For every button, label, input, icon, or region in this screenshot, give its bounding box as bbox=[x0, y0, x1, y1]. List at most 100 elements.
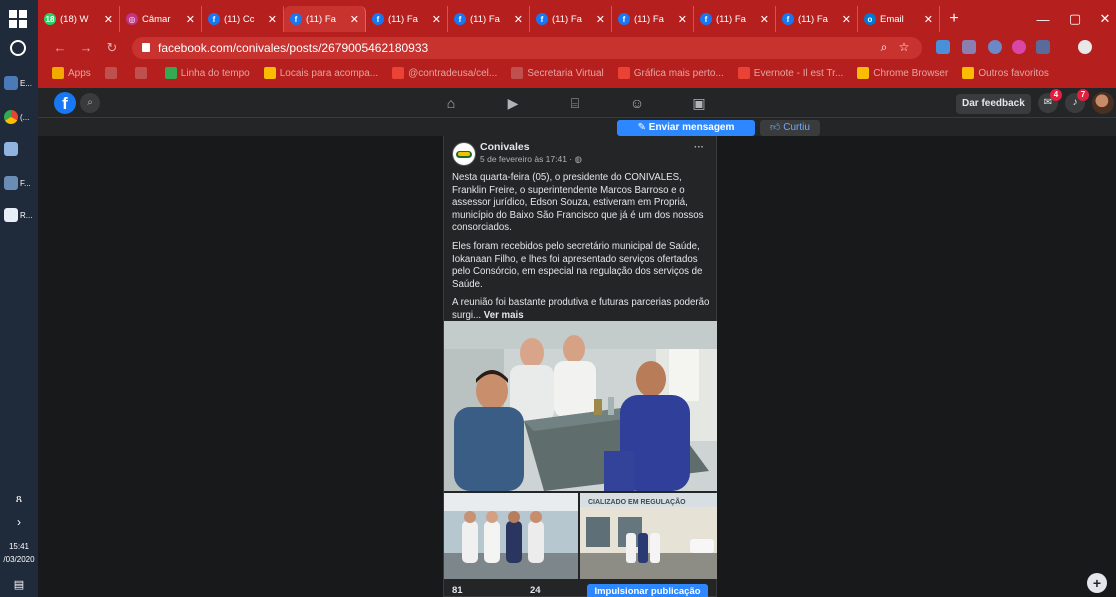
browser-tab[interactable]: f (11) Cc ✕ bbox=[202, 6, 284, 32]
new-message-icon[interactable]: + bbox=[1087, 573, 1107, 593]
watch-icon[interactable]: ▶ bbox=[502, 93, 524, 113]
taskbar-app-1[interactable]: E... bbox=[4, 72, 38, 94]
bookmark-item[interactable]: Gráfica mais perto... bbox=[617, 67, 724, 79]
taskbar-app-5[interactable]: R... bbox=[4, 204, 38, 226]
close-tab-icon[interactable]: ✕ bbox=[350, 13, 359, 26]
profile-icon[interactable] bbox=[1078, 40, 1092, 54]
taskbar-app-chrome[interactable]: (... bbox=[4, 106, 38, 128]
bookmark-icon bbox=[737, 67, 750, 79]
meeting-photo bbox=[444, 321, 717, 491]
tab-label: Email bbox=[880, 13, 904, 25]
home-icon[interactable]: ⌂ bbox=[440, 93, 462, 113]
bookmark-item[interactable]: Outros favoritos bbox=[962, 67, 1049, 79]
more-options-icon[interactable]: ··· bbox=[694, 142, 704, 153]
bookmark-item[interactable]: Chrome Browser bbox=[857, 67, 948, 79]
bookmark-item[interactable]: Locais para acompa... bbox=[263, 67, 378, 79]
star-icon[interactable]: ☆ bbox=[896, 39, 912, 55]
chevron-right-icon[interactable]: › bbox=[0, 515, 38, 529]
page-avatar[interactable] bbox=[452, 142, 476, 166]
taskbar-app-3[interactable] bbox=[4, 138, 38, 160]
groups-icon[interactable]: ☺ bbox=[626, 93, 648, 113]
bookmark-label: Outros favoritos bbox=[978, 67, 1049, 79]
browser-tab[interactable]: ◎ Câmar ✕ bbox=[120, 6, 202, 32]
reload-icon[interactable]: ↻ bbox=[104, 40, 120, 56]
new-tab-icon[interactable]: + bbox=[940, 6, 968, 32]
extension-icon[interactable] bbox=[1012, 40, 1026, 54]
post-photo-thumb[interactable] bbox=[444, 493, 578, 579]
marketplace-icon[interactable]: ⌸ bbox=[564, 93, 586, 113]
notifications-icon[interactable]: ♪ 7 bbox=[1065, 89, 1089, 113]
extension-icon[interactable] bbox=[1036, 40, 1050, 54]
browser-tab[interactable]: f (11) Fa ✕ bbox=[448, 6, 530, 32]
tab-label: (11) Fa bbox=[634, 13, 664, 25]
close-tab-icon[interactable]: ✕ bbox=[924, 13, 933, 26]
facebook-logo-icon[interactable]: f bbox=[54, 92, 76, 114]
reactions-count[interactable]: 81 bbox=[452, 585, 463, 596]
app-icon bbox=[4, 76, 18, 90]
search-icon[interactable] bbox=[10, 40, 26, 56]
post-author[interactable]: Conivales bbox=[480, 141, 530, 153]
chrome-icon bbox=[4, 110, 18, 124]
bookmark-item[interactable] bbox=[104, 67, 121, 79]
extension-icon[interactable] bbox=[962, 40, 976, 54]
post-photo-main[interactable] bbox=[444, 321, 717, 491]
browser-tab[interactable]: f (11) Fa ✕ bbox=[366, 6, 448, 32]
post-photo-thumb[interactable]: CIALIZADO EM REGULAÇÃO bbox=[580, 493, 717, 579]
browser-tab[interactable]: f (11) Fa ✕ bbox=[776, 6, 858, 32]
boost-post-button[interactable]: Impulsionar publicação bbox=[587, 584, 708, 597]
clock-time[interactable]: 15:41 bbox=[0, 542, 38, 551]
see-more-link[interactable]: Ver mais bbox=[484, 310, 524, 321]
clock-date[interactable]: /03/2020 bbox=[0, 555, 38, 564]
bookmark-item[interactable]: Apps bbox=[52, 67, 91, 79]
close-tab-icon[interactable]: ✕ bbox=[432, 13, 441, 26]
tab-favicon-icon: f bbox=[290, 13, 302, 25]
close-tab-icon[interactable]: ✕ bbox=[514, 13, 523, 26]
maximize-icon[interactable]: ▢ bbox=[1060, 6, 1090, 32]
close-tab-icon[interactable]: ✕ bbox=[186, 13, 195, 26]
post-timestamp[interactable]: 5 de fevereiro às 17:41 · ◍ bbox=[480, 154, 582, 165]
post-body: Nesta quarta-feira (05), o presidente do… bbox=[452, 172, 712, 329]
windows-start-icon[interactable] bbox=[9, 10, 27, 28]
close-tab-icon[interactable]: ✕ bbox=[596, 13, 605, 26]
close-tab-icon[interactable]: ✕ bbox=[760, 13, 769, 26]
browser-tab[interactable]: f (11) Fa ✕ bbox=[530, 6, 612, 32]
browser-tab[interactable]: 18 (18) W ✕ bbox=[38, 6, 120, 32]
messenger-icon[interactable]: ✉ 4 bbox=[1038, 89, 1062, 113]
extension-icon[interactable] bbox=[988, 40, 1002, 54]
send-message-button[interactable]: ✎ Enviar mensagem bbox=[617, 120, 755, 136]
bookmark-item[interactable]: Evernote - Il est Tr... bbox=[737, 67, 843, 79]
feedback-button[interactable]: Dar feedback bbox=[956, 94, 1031, 114]
forward-icon[interactable]: → bbox=[78, 40, 94, 56]
zoom-icon[interactable]: ⌕ bbox=[876, 39, 892, 55]
browser-tab[interactable]: f (11) Fa ✕ bbox=[284, 6, 366, 32]
taskbar-app-4[interactable]: F... bbox=[4, 172, 38, 194]
bookmark-icon bbox=[962, 67, 975, 79]
address-bar[interactable]: facebook.com/conivales/posts/26790054621… bbox=[132, 37, 922, 59]
back-icon[interactable]: ← bbox=[52, 40, 68, 56]
comments-count[interactable]: 24 bbox=[530, 585, 541, 596]
browser-tab[interactable]: f (11) Fa ✕ bbox=[694, 6, 776, 32]
gaming-icon[interactable]: ▣ bbox=[688, 93, 710, 113]
tab-favicon-icon: f bbox=[536, 13, 548, 25]
globe-icon: ◍ bbox=[574, 154, 582, 164]
bookmark-item[interactable] bbox=[134, 67, 151, 79]
minimize-icon[interactable]: — bbox=[1028, 6, 1058, 32]
close-window-icon[interactable]: ✕ bbox=[1090, 6, 1116, 32]
browser-tab[interactable]: f (11) Fa ✕ bbox=[612, 6, 694, 32]
liked-button[interactable]: 👍︎ Curtiu bbox=[760, 120, 820, 136]
bookmark-item[interactable]: Secretaria Virtual bbox=[511, 67, 604, 79]
bookmark-item[interactable]: @contradeusa/cel... bbox=[392, 67, 497, 79]
bookmark-item[interactable]: Linha do tempo bbox=[164, 67, 250, 79]
browser-chrome: 18 (18) W ✕ ◎ Câmar ✕ f (11) Cc ✕ f (11) Fa ✕ f (11) … bbox=[38, 0, 1116, 88]
close-tab-icon[interactable]: ✕ bbox=[678, 13, 687, 26]
close-tab-icon[interactable]: ✕ bbox=[268, 13, 277, 26]
close-tab-icon[interactable]: ✕ bbox=[104, 13, 113, 26]
people-icon[interactable]: ጸ bbox=[0, 493, 38, 506]
search-icon[interactable]: ⌕ bbox=[80, 93, 100, 113]
extension-icon[interactable] bbox=[936, 40, 950, 54]
avatar[interactable] bbox=[1092, 92, 1114, 114]
notifications-icon[interactable]: ▤ bbox=[0, 578, 38, 591]
close-tab-icon[interactable]: ✕ bbox=[842, 13, 851, 26]
messages-badge: 4 bbox=[1050, 89, 1062, 101]
browser-tab[interactable]: o Email ✕ bbox=[858, 6, 940, 32]
